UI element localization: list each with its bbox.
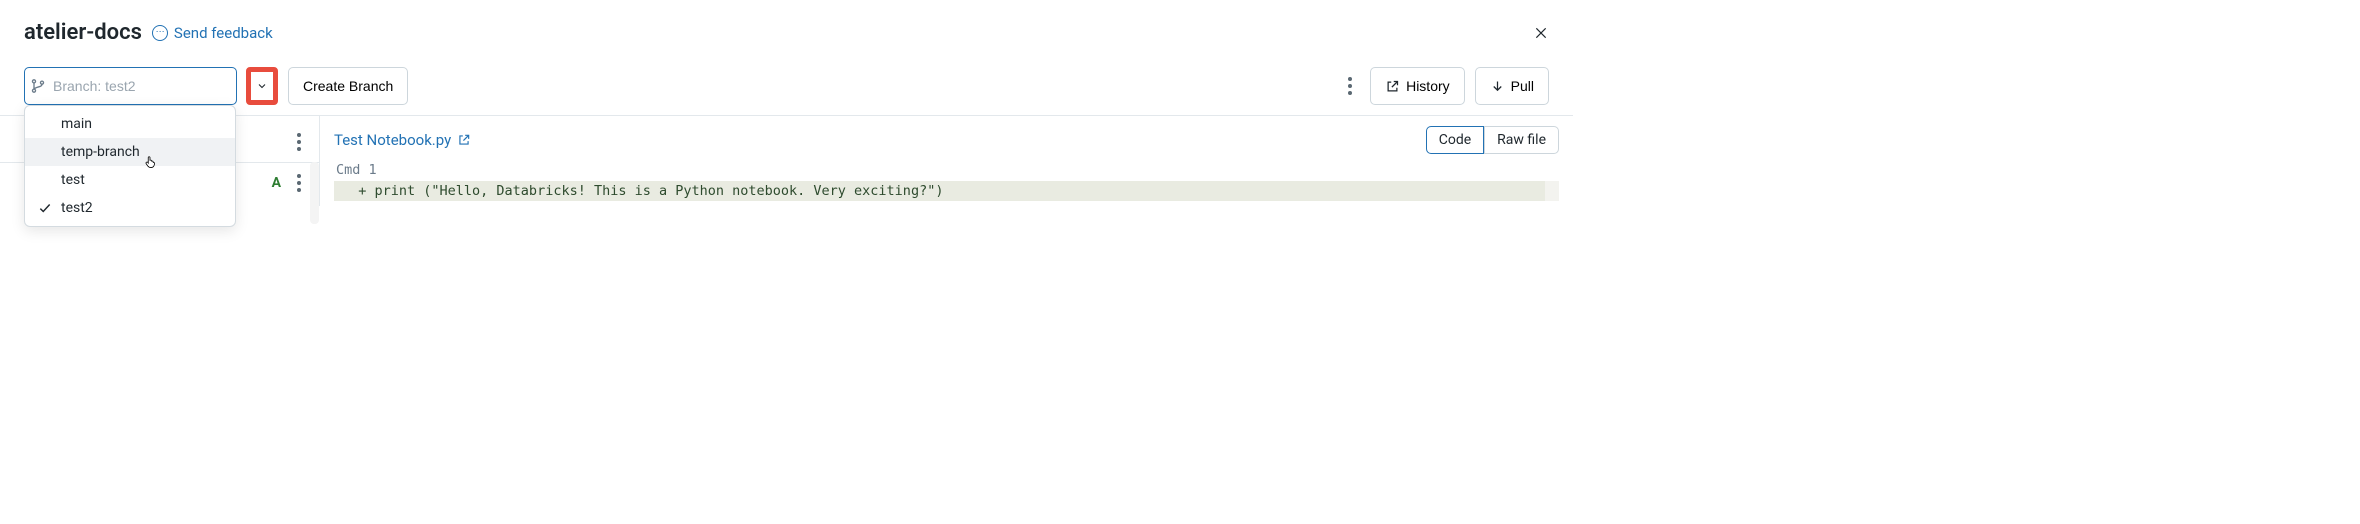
pull-label: Pull (1511, 78, 1534, 94)
branch-dropdown: main temp-branch test test2 (24, 105, 236, 227)
external-link-icon (457, 133, 471, 147)
more-actions-button[interactable] (1340, 70, 1360, 102)
scrollbar[interactable] (310, 162, 319, 224)
tree-item-actions[interactable] (289, 167, 309, 199)
create-branch-label: Create Branch (303, 78, 393, 94)
branch-option-temp-branch[interactable]: temp-branch (25, 138, 235, 166)
check-slot (35, 145, 55, 159)
external-link-icon (1385, 79, 1400, 94)
pull-button[interactable]: Pull (1475, 67, 1549, 105)
send-feedback-link[interactable]: Send feedback (152, 24, 273, 42)
tree-header-actions[interactable] (289, 126, 309, 158)
view-toggle-raw[interactable]: Raw file (1484, 126, 1559, 154)
file-link[interactable]: Test Notebook.py (334, 131, 471, 149)
branch-option-test[interactable]: test (25, 166, 235, 194)
arrow-down-icon (1490, 79, 1505, 94)
file-name: Test Notebook.py (334, 131, 451, 149)
cell-label: Cmd 1 (334, 162, 1559, 181)
branch-option-main[interactable]: main (25, 110, 235, 138)
branch-option-test2[interactable]: test2 (25, 194, 235, 222)
check-slot (35, 117, 55, 131)
branch-select-field[interactable] (24, 67, 237, 105)
create-branch-button[interactable]: Create Branch (288, 67, 408, 105)
chat-icon (152, 25, 168, 41)
branch-dropdown-toggle[interactable] (246, 67, 278, 105)
page-title: atelier-docs (24, 20, 142, 45)
git-branch-icon (25, 68, 51, 104)
history-button[interactable]: History (1370, 67, 1465, 105)
branch-option-label: main (61, 116, 225, 132)
status-badge-added: A (272, 175, 281, 191)
send-feedback-label: Send feedback (174, 24, 273, 42)
cursor-hand-icon (143, 154, 157, 170)
close-icon (1534, 26, 1548, 40)
scrollbar[interactable] (1545, 181, 1559, 201)
code-diff-line: + print ("Hello, Databricks! This is a P… (334, 181, 1559, 201)
check-slot (35, 173, 55, 187)
branch-option-label: test2 (61, 200, 225, 216)
branch-option-label: test (61, 172, 225, 188)
diff-pane: Test Notebook.py Code Raw file Cmd 1 + p… (320, 116, 1573, 206)
check-icon (35, 201, 55, 215)
close-button[interactable] (1529, 21, 1553, 45)
view-toggle-code[interactable]: Code (1426, 126, 1484, 154)
history-label: History (1406, 78, 1450, 94)
branch-input[interactable] (51, 68, 236, 104)
chevron-down-icon (256, 80, 268, 92)
